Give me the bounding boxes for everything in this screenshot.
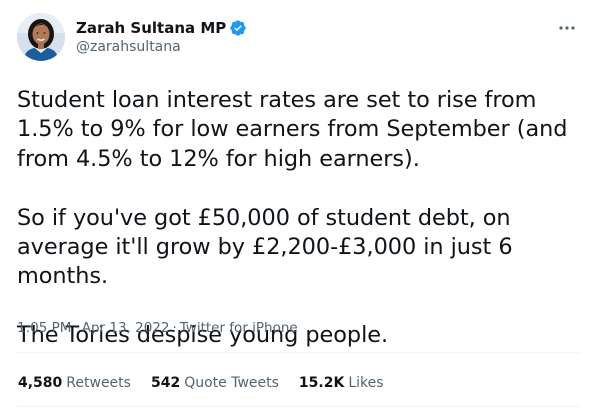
avatar-image xyxy=(17,13,65,61)
retweets-count: 4,580 xyxy=(18,375,63,391)
tweet-metadata: 1:05 PM · Apr 13, 2022 · Twitter for iPhone xyxy=(17,320,298,336)
meta-separator: · xyxy=(172,320,177,336)
display-name[interactable]: Zarah Sultana MP xyxy=(76,19,226,37)
more-options-icon[interactable] xyxy=(554,19,580,37)
retweets-label: Retweets xyxy=(66,375,131,391)
quote-tweets-label: Quote Tweets xyxy=(184,375,279,391)
tweet-time[interactable]: 1:05 PM xyxy=(17,320,71,336)
engagement-stats: 4,580 Retweets 542 Quote Tweets 15.2K Likes xyxy=(18,375,404,391)
tweet-paragraph: Student loan interest rates are set to r… xyxy=(17,87,568,172)
likes-stat[interactable]: 15.2K Likes xyxy=(299,375,384,391)
divider xyxy=(17,352,579,353)
divider xyxy=(17,406,579,407)
meta-separator: · xyxy=(74,320,79,336)
quote-tweets-count: 542 xyxy=(150,375,181,391)
likes-count: 15.2K xyxy=(298,375,345,391)
tweet-source[interactable]: Twitter for iPhone xyxy=(180,320,298,336)
verified-badge-icon xyxy=(229,19,247,37)
author-info[interactable]: Zarah Sultana MP @zarahsultana xyxy=(76,18,247,55)
tweet-card: Zarah Sultana MP @zarahsultana Student l… xyxy=(0,0,596,409)
quote-tweets-stat[interactable]: 542 Quote Tweets xyxy=(151,375,279,391)
author-name-row: Zarah Sultana MP xyxy=(76,18,247,38)
tweet-paragraph: So if you've got £50,000 of student debt… xyxy=(17,204,513,290)
retweets-stat[interactable]: 4,580 Retweets xyxy=(18,375,131,391)
tweet-header: Zarah Sultana MP @zarahsultana xyxy=(17,13,580,65)
handle[interactable]: @zarahsultana xyxy=(76,39,247,55)
tweet-date[interactable]: Apr 13, 2022 xyxy=(82,320,170,336)
avatar[interactable] xyxy=(17,13,65,61)
tweet-text: Student loan interest rates are set to r… xyxy=(17,86,579,351)
likes-label: Likes xyxy=(348,375,384,391)
